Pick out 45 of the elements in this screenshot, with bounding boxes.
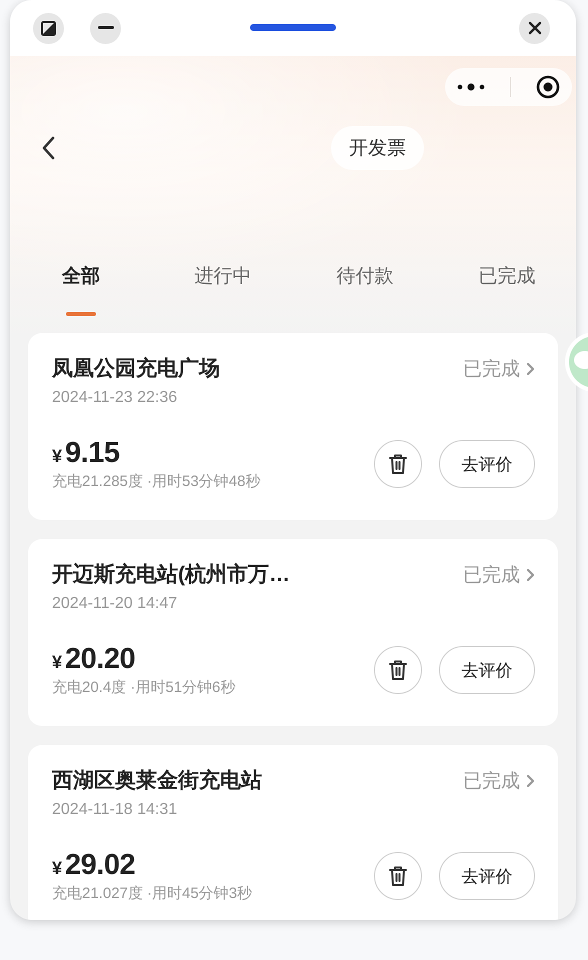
order-time: 2024-11-20 14:47 xyxy=(52,594,178,614)
review-button[interactable]: 去评价 xyxy=(439,440,535,488)
minus-icon xyxy=(98,26,114,30)
chevron-right-icon xyxy=(526,774,535,788)
trash-icon xyxy=(388,659,408,681)
tab-underline xyxy=(66,312,96,316)
chevron-right-icon xyxy=(526,568,535,582)
tab[interactable]: 全部 xyxy=(10,257,152,317)
order-amount: 20.20 xyxy=(65,642,136,677)
order-time: 2024-11-23 22:36 xyxy=(52,388,178,408)
currency-symbol: ¥ xyxy=(52,651,62,674)
delete-button[interactable] xyxy=(374,646,422,694)
review-button[interactable]: 去评价 xyxy=(439,852,535,900)
half-square-icon xyxy=(41,20,56,36)
station-name: 开迈斯充电站(杭州市万… xyxy=(52,562,290,588)
invoice-button[interactable]: 开发票 xyxy=(331,126,424,170)
order-card[interactable]: 开迈斯充电站(杭州市万… 已完成 2024-11-20 14:47 ¥20.20 充电20.4度 ·用时51分钟6秒 去评价 xyxy=(28,539,558,726)
station-name: 凤凰公园充电广场 xyxy=(52,356,220,382)
target-icon[interactable] xyxy=(536,75,560,99)
tab[interactable]: 已完成 xyxy=(436,257,576,317)
charge-details: 充电21.027度 ·用时45分钟3秒 xyxy=(52,884,252,904)
charge-details: 充电20.4度 ·用时51分钟6秒 xyxy=(52,678,236,698)
tab[interactable]: 待付款 xyxy=(294,257,436,317)
order-amount: 9.15 xyxy=(65,436,120,471)
order-card[interactable]: 凤凰公园充电广场 已完成 2024-11-23 22:36 ¥9.15 充电21.285度 ·用时53分钟48秒 去评价 xyxy=(28,333,558,520)
station-name: 西湖区奥莱金街充电站 xyxy=(52,768,262,794)
delete-button[interactable] xyxy=(374,440,422,488)
order-card[interactable]: 西湖区奥莱金街充电站 已完成 2024-11-18 14:31 ¥29.02 充电21.027度 ·用时45分钟3秒 去评价 xyxy=(28,745,558,920)
trash-icon xyxy=(388,865,408,887)
drag-handle[interactable] xyxy=(250,24,336,31)
trash-icon xyxy=(388,453,408,475)
theme-toggle-button[interactable] xyxy=(33,12,64,44)
tab[interactable]: 进行中 xyxy=(152,257,294,317)
review-button[interactable]: 去评价 xyxy=(439,646,535,694)
close-button[interactable] xyxy=(519,12,550,44)
delete-button[interactable] xyxy=(374,852,422,900)
minimize-button[interactable] xyxy=(90,12,121,44)
chevron-right-icon xyxy=(526,362,535,376)
currency-symbol: ¥ xyxy=(52,445,62,468)
order-time: 2024-11-18 14:31 xyxy=(52,800,178,820)
order-amount: 29.02 xyxy=(65,848,136,883)
currency-symbol: ¥ xyxy=(52,857,62,880)
close-icon xyxy=(528,21,542,35)
more-icon[interactable] xyxy=(457,83,486,91)
charge-details: 充电21.285度 ·用时53分钟48秒 xyxy=(52,472,260,492)
